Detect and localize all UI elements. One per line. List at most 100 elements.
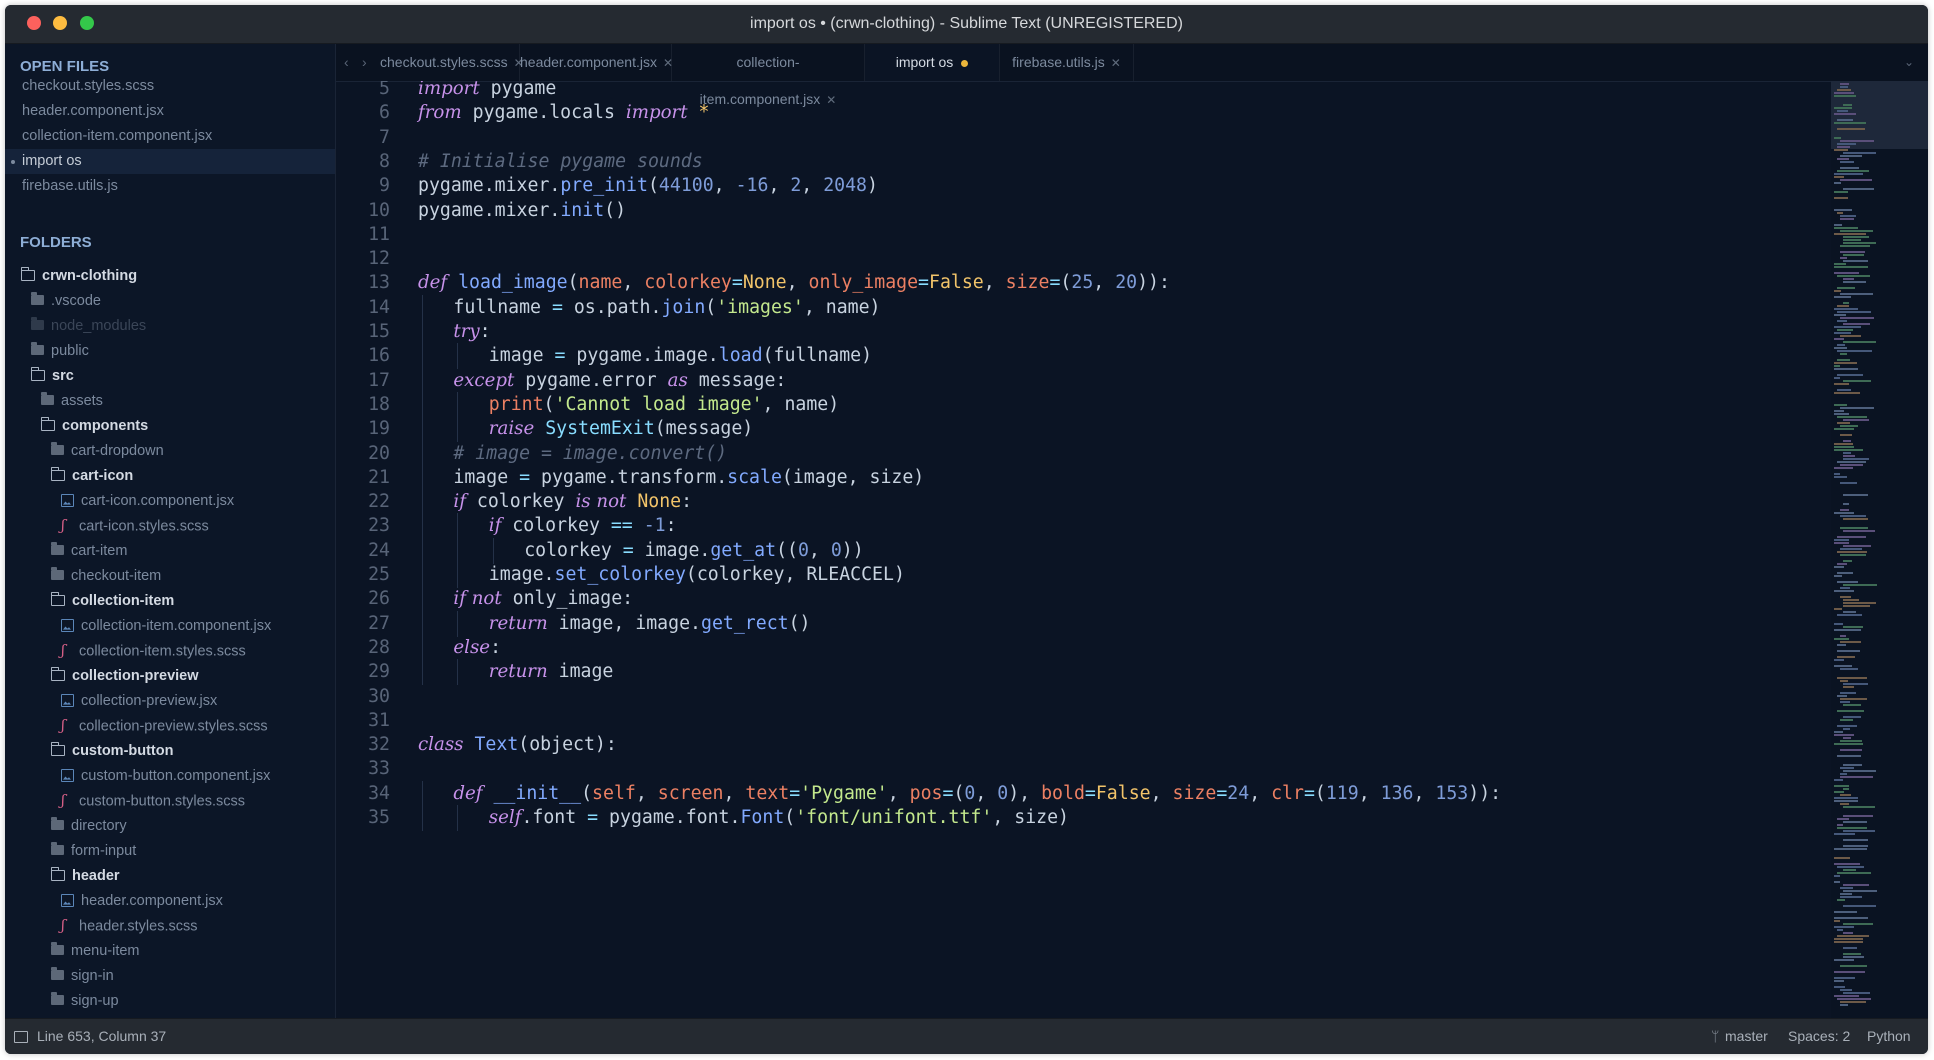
tree-item[interactable]: custom-button.component.jsx: [5, 764, 335, 789]
minimap-line: [1837, 710, 1864, 712]
code-token: (: [1060, 272, 1072, 294]
folder-open-icon: [50, 466, 65, 481]
minimap-line: [1837, 827, 1867, 829]
tree-item[interactable]: ʃ collection-preview.styles.scss: [5, 714, 335, 739]
tree-item[interactable]: custom-button: [5, 739, 335, 764]
syntax-setting[interactable]: Python: [1867, 1019, 1911, 1054]
open-file-item[interactable]: header.component.jsx: [5, 99, 335, 124]
tree-item[interactable]: collection-preview: [5, 664, 335, 689]
editor-tab[interactable]: header.component.jsx ✕: [520, 44, 673, 81]
code-token: (image, size): [781, 466, 925, 488]
code-token: only_image: [808, 272, 919, 294]
git-branch[interactable]: master: [1725, 1019, 1768, 1054]
tab-next-icon[interactable]: ›: [362, 44, 367, 81]
tree-item[interactable]: assets: [5, 389, 335, 414]
tab-prev-icon[interactable]: ‹: [344, 44, 349, 81]
open-file-item[interactable]: checkout.styles.scss: [5, 74, 335, 99]
tree-item[interactable]: header.component.jsx: [5, 889, 335, 914]
minimap-line: [1834, 833, 1855, 835]
scss-file-icon: ʃ: [61, 641, 66, 659]
minimap-line: [1840, 335, 1861, 337]
code-token: def: [453, 782, 483, 804]
indent-guide: [457, 659, 459, 686]
tree-item[interactable]: ʃ collection-item.styles.scss: [5, 639, 335, 664]
code-token: pygame.locals: [461, 102, 626, 124]
minimap-line: [1837, 581, 1858, 583]
minimap-line: [1837, 146, 1850, 148]
editor-tab[interactable]: import os: [865, 44, 1000, 81]
tree-item[interactable]: cart-icon: [5, 464, 335, 489]
minimap-line: [1840, 167, 1859, 169]
tree-item[interactable]: form-input: [5, 839, 335, 864]
minimap-line: [1840, 1001, 1866, 1003]
minimap-line: [1834, 911, 1857, 913]
chevron-down-icon[interactable]: ⌄: [1904, 44, 1914, 81]
minimap-line: [1840, 965, 1867, 967]
editor-tab[interactable]: checkout.styles.scss ✕: [380, 44, 524, 81]
indent-guide: [422, 610, 423, 637]
sidebar-toggle-icon[interactable]: [14, 1031, 28, 1043]
code-token: 'Pygame': [800, 782, 888, 804]
tree-item[interactable]: crwn-clothing: [5, 264, 335, 289]
tree-item[interactable]: sign-in: [5, 964, 335, 989]
tree-item[interactable]: collection-item.component.jsx: [5, 614, 335, 639]
minimap-line: [1837, 389, 1851, 391]
unsaved-dot-icon[interactable]: [961, 59, 969, 67]
indent-guide: [422, 780, 423, 807]
minimap-line: [1834, 233, 1866, 235]
tree-item[interactable]: collection-preview.jsx: [5, 689, 335, 714]
folder-open-icon: [30, 366, 45, 381]
tree-item[interactable]: ʃ header.styles.scss: [5, 914, 335, 939]
code-token: pygame.error: [514, 369, 668, 391]
code-token: ,: [1358, 782, 1381, 804]
tree-item[interactable]: public: [5, 339, 335, 364]
open-file-item-active[interactable]: import os: [5, 149, 335, 174]
minimap-line: [1837, 170, 1869, 172]
editor-tab[interactable]: collection-item.component.jsx ✕: [672, 44, 865, 107]
code-token: 2048: [823, 175, 868, 197]
minimap-line: [1834, 779, 1843, 781]
tree-item[interactable]: checkout-item: [5, 564, 335, 589]
open-file-item[interactable]: collection-item.component.jsx: [5, 124, 335, 149]
tree-item[interactable]: ʃ custom-button.styles.scss: [5, 789, 335, 814]
tree-item[interactable]: cart-icon.component.jsx: [5, 489, 335, 514]
tree-item[interactable]: src: [5, 364, 335, 389]
indentation-setting[interactable]: Spaces: 2: [1788, 1019, 1850, 1054]
tree-item[interactable]: collection-item: [5, 589, 335, 614]
minimap-line: [1843, 188, 1874, 190]
minimap-line: [1843, 923, 1873, 925]
code-token: :: [1159, 272, 1170, 294]
minimap-line: [1843, 737, 1851, 739]
minimap-line: [1837, 725, 1857, 727]
tree-item[interactable]: ʃ cart-icon.styles.scss: [5, 514, 335, 539]
tree-item[interactable]: cart-item: [5, 539, 335, 564]
minimap-line: [1834, 731, 1843, 733]
tree-item[interactable]: menu-item: [5, 939, 335, 964]
folder-icon: [51, 967, 64, 981]
tree-item[interactable]: header: [5, 864, 335, 889]
close-tab-icon[interactable]: ✕: [1111, 56, 1121, 70]
code-token: ,: [801, 175, 824, 197]
minimap-line: [1837, 128, 1865, 130]
code-token: =: [918, 272, 929, 294]
code-editor[interactable]: 5 import pygame 6 from pygame.locals import…: [336, 81, 1831, 1019]
minimap-line: [1840, 641, 1861, 643]
minimap-line: [1843, 884, 1869, 886]
tree-item[interactable]: .vscode: [5, 289, 335, 314]
code-token: as: [667, 369, 688, 391]
tree-item[interactable]: sign-up: [5, 989, 335, 1014]
folder-open-icon: [50, 866, 65, 881]
tree-item[interactable]: node_modules: [5, 314, 335, 339]
minimap[interactable]: [1831, 81, 1928, 1019]
jsx-file-icon: [61, 693, 74, 707]
tree-item[interactable]: components: [5, 414, 335, 439]
tree-item-label: custom-button: [72, 743, 174, 759]
open-file-item[interactable]: firebase.utils.js: [5, 174, 335, 199]
code-token: (: [784, 807, 796, 828]
tree-item[interactable]: directory: [5, 814, 335, 839]
code-token: ,: [1150, 782, 1173, 804]
editor-tab[interactable]: firebase.utils.js ✕: [1000, 44, 1134, 81]
minimap-line: [1840, 773, 1847, 775]
code-token: , name): [762, 393, 840, 415]
tree-item[interactable]: cart-dropdown: [5, 439, 335, 464]
